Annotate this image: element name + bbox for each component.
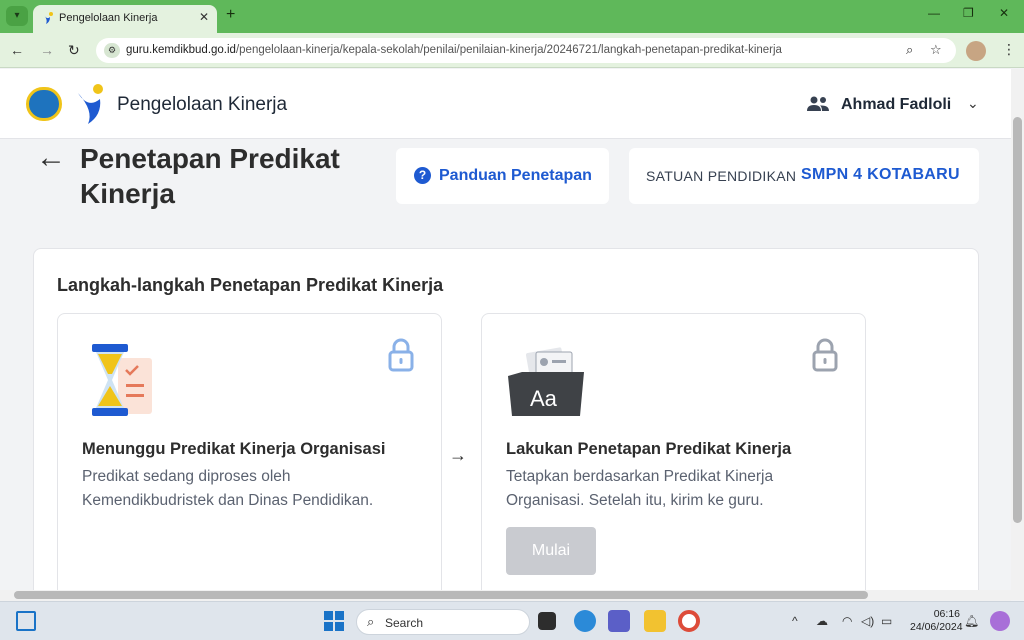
- tab-close-icon[interactable]: ✕: [199, 10, 209, 24]
- forward-icon[interactable]: →: [40, 42, 54, 58]
- zoom-icon[interactable]: ⌕: [906, 42, 913, 58]
- step-card-1: Menunggu Predikat Kinerja Organisasi Pre…: [57, 313, 442, 613]
- horizontal-scrollbar[interactable]: [0, 590, 1011, 601]
- steps-heading: Langkah-langkah Penetapan Predikat Kiner…: [57, 275, 444, 295]
- lock-icon: [812, 338, 838, 372]
- school-unit-label: SATUAN PENDIDIKAN: [646, 168, 797, 184]
- task-view-icon[interactable]: [538, 612, 556, 630]
- profile-avatar[interactable]: [966, 41, 986, 61]
- copilot-icon[interactable]: [990, 611, 1010, 631]
- battery-icon[interactable]: ▭: [881, 614, 892, 628]
- url-path: /pengelolaan-kinerja/kepala-sekolah/peni…: [235, 44, 782, 56]
- step-title: Menunggu Predikat Kinerja Organisasi: [82, 440, 386, 458]
- vertical-scrollbar[interactable]: [1011, 69, 1024, 600]
- cloud-icon[interactable]: ☁: [816, 614, 828, 628]
- file-explorer-icon[interactable]: [644, 610, 666, 632]
- chevron-down-icon[interactable]: ⌄: [967, 95, 979, 112]
- hourglass-icon: [92, 344, 152, 416]
- url-text[interactable]: guru.kemdikbud.go.id/pengelolaan-kinerja…: [126, 44, 782, 56]
- user-name[interactable]: Ahmad Fadloli: [841, 96, 951, 114]
- taskbar-search[interactable]: ⌕ Search: [356, 609, 530, 635]
- widgets-icon[interactable]: [16, 611, 36, 631]
- chrome-icon[interactable]: [678, 610, 700, 632]
- clock-date: 24/06/2024: [910, 621, 963, 633]
- browser-tab[interactable]: Pengelolaan Kinerja ✕: [33, 5, 217, 33]
- app-header: Pengelolaan Kinerja Ahmad Fadloli ⌄: [0, 69, 1011, 139]
- tab-search-chevron-icon[interactable]: ▾: [6, 6, 28, 26]
- taskbar-search-label: Search: [385, 616, 424, 630]
- document-folder-icon: Aa: [508, 347, 584, 416]
- address-bar[interactable]: ⚙ guru.kemdikbud.go.id/pengelolaan-kiner…: [96, 38, 956, 63]
- minimize-icon[interactable]: —: [928, 6, 940, 20]
- steps-card: Langkah-langkah Penetapan Predikat Kiner…: [33, 248, 979, 613]
- close-window-icon[interactable]: ✕: [999, 6, 1009, 20]
- school-unit-value: SMPN 4 KOTABARU: [801, 166, 960, 183]
- guide-button[interactable]: ? Panduan Penetapan: [396, 148, 609, 204]
- windows-start-icon[interactable]: [324, 611, 344, 631]
- tab-title: Pengelolaan Kinerja: [59, 12, 158, 24]
- start-button[interactable]: Mulai: [506, 527, 596, 575]
- clock-time: 06:16: [933, 608, 960, 620]
- step-description: Predikat sedang diproses oleh Kemendikbu…: [82, 468, 374, 509]
- page-title: Penetapan Predikat Kinerja: [80, 143, 340, 209]
- taskbar-clock[interactable]: 06:16 24/06/2024: [910, 608, 963, 634]
- wifi-icon[interactable]: ◠: [842, 614, 852, 628]
- browser-toolbar: ← → ↻ ⚙ guru.kemdikbud.go.id/pengelolaan…: [0, 33, 1024, 68]
- volume-icon[interactable]: ◁): [861, 614, 874, 628]
- guru-logo-icon: [78, 84, 103, 124]
- step-card-2: Aa Lakukan Penetapan Predikat Kinerja Te…: [481, 313, 866, 613]
- tut-wuri-handayani-logo: [26, 87, 62, 121]
- guide-button-label: Panduan Penetapan: [439, 167, 592, 184]
- guru-favicon-icon: [44, 12, 53, 24]
- site-info-icon[interactable]: ⚙: [104, 43, 120, 58]
- reload-icon[interactable]: ↻: [68, 42, 80, 59]
- url-host: guru.kemdikbud.go.id: [126, 44, 236, 56]
- school-unit-box: SATUAN PENDIDIKAN SMPN 4 KOTABARU: [629, 148, 979, 204]
- arrow-right-icon: →: [449, 445, 467, 465]
- users-icon: [807, 96, 829, 111]
- horizontal-scroll-thumb[interactable]: [14, 591, 868, 599]
- bookmark-star-icon[interactable]: ☆: [930, 42, 942, 58]
- restore-icon[interactable]: ❐: [963, 6, 974, 20]
- app-title: Pengelolaan Kinerja: [117, 94, 288, 115]
- vertical-scroll-thumb[interactable]: [1013, 117, 1022, 523]
- search-icon: ⌕: [367, 614, 375, 629]
- folder-illus-text: Aa: [530, 386, 558, 411]
- browser-menu-icon[interactable]: ⋮: [1002, 41, 1016, 58]
- back-arrow-icon[interactable]: ←: [36, 141, 66, 175]
- browser-tab-bar: ▾ Pengelolaan Kinerja ✕ + — ❐ ✕: [0, 0, 1024, 33]
- teams-icon[interactable]: [608, 610, 630, 632]
- back-icon[interactable]: ←: [10, 42, 24, 58]
- step-title: Lakukan Penetapan Predikat Kinerja: [506, 440, 792, 458]
- taskbar: ⌕ Search ^ ☁ ◠ ◁) ▭ 06:16 24/06/2024 🔔︎: [0, 601, 1024, 640]
- lock-icon: [388, 338, 414, 372]
- notification-bell-icon[interactable]: 🔔︎: [964, 614, 979, 628]
- new-tab-icon[interactable]: +: [226, 6, 235, 24]
- tray-chevron-icon[interactable]: ^: [792, 614, 798, 628]
- help-icon: ?: [414, 167, 431, 184]
- step-description: Tetapkan berdasarkan Predikat Kinerja Or…: [506, 468, 774, 509]
- edge-icon[interactable]: [574, 610, 596, 632]
